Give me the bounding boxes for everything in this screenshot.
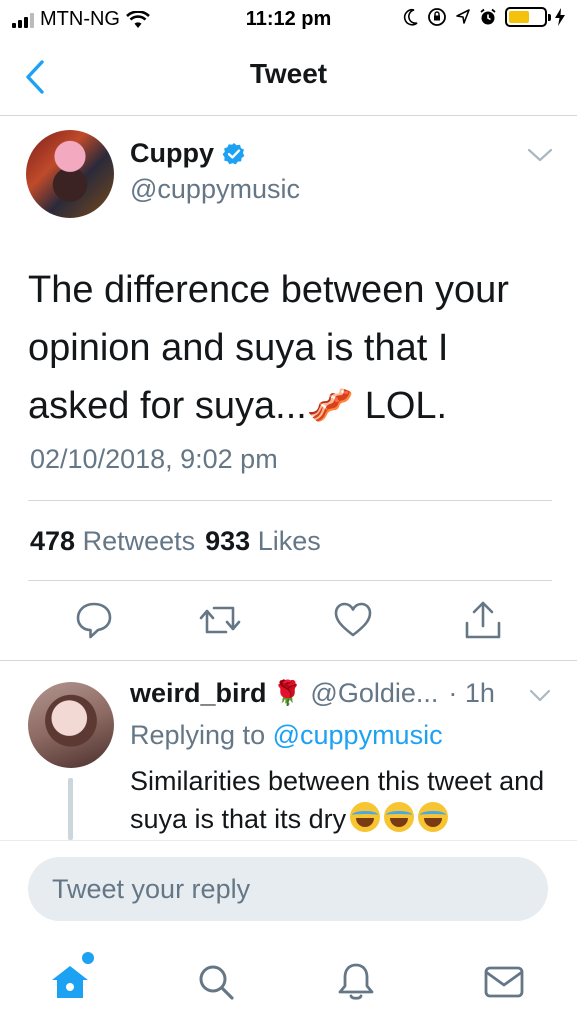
reply-tweet[interactable]: weird_bird 🌹 @Goldie... · 1h Replying to…: [0, 660, 577, 840]
new-content-indicator-dot: [82, 952, 94, 964]
retweets-label: Retweets: [82, 526, 196, 556]
bottom-tab-bar: [0, 936, 577, 1024]
author-avatar[interactable]: [26, 130, 114, 218]
nav-header: Tweet: [0, 38, 577, 116]
reply-author-avatar[interactable]: [28, 682, 114, 768]
tears-of-joy-emoji: [384, 802, 415, 832]
retweet-icon[interactable]: [198, 598, 242, 642]
messages-envelope-icon[interactable]: [480, 958, 528, 1006]
tweet-actions: [0, 598, 577, 644]
share-icon[interactable]: [461, 598, 505, 642]
likes-count: 933: [205, 526, 251, 556]
like-heart-icon[interactable]: [331, 598, 375, 642]
reply-author-name[interactable]: weird_bird: [130, 678, 267, 709]
tweet-text-end: LOL.: [354, 385, 448, 427]
notifications-bell-icon[interactable]: [332, 958, 380, 1006]
reply-body: Similarities between this tweet and suya…: [130, 762, 560, 838]
alarm-icon: [480, 8, 496, 25]
likes-stat[interactable]: 933 Likes: [205, 526, 321, 557]
tears-of-joy-emoji: [350, 802, 381, 832]
bacon-emoji: 🥓: [306, 385, 355, 427]
search-icon[interactable]: [192, 958, 240, 1006]
tweet-reply-input[interactable]: [28, 857, 548, 921]
reply-text: Similarities between this tweet and suya…: [130, 766, 545, 834]
tears-of-joy-emoji: [418, 802, 449, 832]
reply-icon[interactable]: [72, 598, 116, 642]
page-title: Tweet: [249, 58, 328, 89]
reply-author-handle[interactable]: @Goldie...: [310, 678, 438, 709]
orientation-lock-icon: [428, 8, 446, 26]
location-icon: [456, 9, 470, 24]
reply-header: weird_bird 🌹 @Goldie... · 1h: [130, 678, 495, 709]
tweet-timestamp: 02/10/2018, 9:02 pm: [30, 444, 278, 474]
tweet-stats: 478 Retweets 933 Likes: [30, 526, 321, 557]
retweets-stat[interactable]: 478 Retweets: [30, 526, 195, 557]
verified-badge-icon: [222, 142, 245, 164]
reply-options-chevron-icon[interactable]: [529, 688, 551, 704]
author-name-row[interactable]: Cuppy: [130, 138, 246, 169]
laughing-emojis: [346, 802, 449, 834]
do-not-disturb-icon: [403, 8, 418, 26]
tweet-options-chevron-icon[interactable]: [527, 146, 553, 164]
thread-connector-line: [68, 778, 73, 840]
reply-composer: [0, 840, 577, 936]
home-icon[interactable]: [46, 958, 94, 1006]
reply-time: · 1h: [448, 678, 495, 708]
replying-to-link[interactable]: @cuppymusic: [273, 720, 443, 750]
divider: [28, 580, 552, 581]
author-handle[interactable]: @cuppymusic: [130, 174, 300, 205]
likes-label: Likes: [257, 526, 321, 556]
replying-to-label: Replying to: [130, 720, 266, 750]
status-right: [403, 7, 565, 27]
rose-emoji: 🌹: [272, 680, 303, 707]
retweets-count: 478: [30, 526, 76, 556]
status-bar: MTN-NG 11:12 pm: [0, 0, 577, 38]
tweet-body: The difference between your opinion and …: [28, 261, 558, 435]
charging-bolt-icon: [555, 8, 565, 26]
author-name[interactable]: Cuppy: [130, 138, 214, 169]
divider: [28, 500, 552, 501]
battery-icon: [505, 7, 551, 27]
replying-to-line: Replying to @cuppymusic: [130, 720, 443, 751]
